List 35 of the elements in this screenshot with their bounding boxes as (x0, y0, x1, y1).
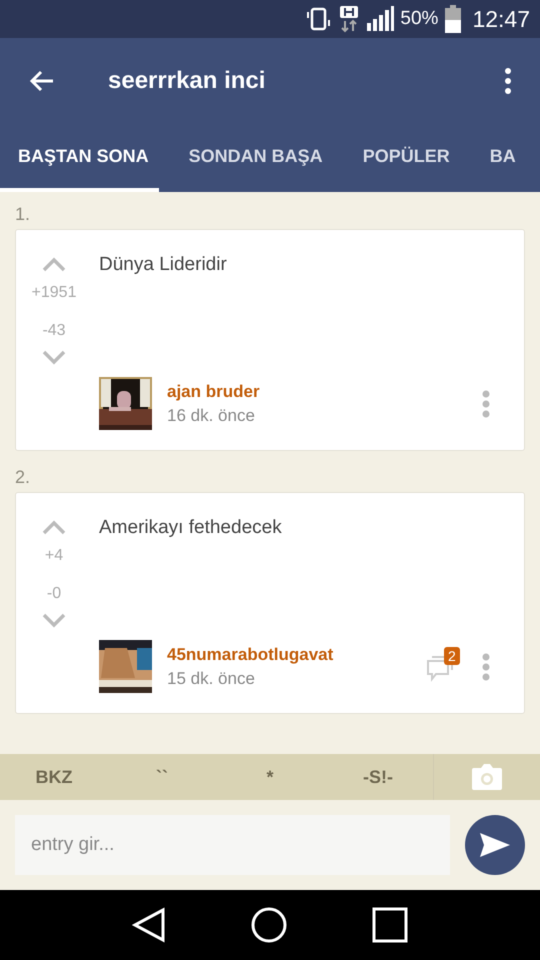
battery-percent: 50% (400, 8, 438, 30)
format-button[interactable]: BKZ (0, 766, 108, 788)
downvote-count: -43 (42, 322, 66, 340)
downvote-count: -0 (46, 585, 62, 603)
entry-time: 16 dk. önce (167, 406, 255, 426)
recent-apps-icon[interactable] (372, 907, 408, 943)
signal-icon (366, 6, 394, 32)
phone-vibrate-icon (306, 6, 332, 32)
tab[interactable]: BA (472, 124, 526, 192)
upvote-count: +1951 (32, 284, 76, 302)
entry-time: 15 dk. önce (167, 668, 255, 688)
clock: 12:47 (472, 6, 530, 32)
entry-number: 1. (15, 204, 30, 225)
back-arrow-icon[interactable] (29, 70, 55, 92)
page-title: seerrrkan inci (108, 67, 266, 95)
entry-text: Amerikayı fethedecek (99, 517, 282, 539)
comment-count-badge: 2 (444, 646, 460, 664)
entry-text: Dünya Lideridir (99, 254, 227, 276)
tab[interactable]: SONDAN BAŞA (170, 124, 333, 192)
entry-number: 2. (15, 467, 30, 488)
battery-icon (444, 5, 462, 33)
author-name[interactable]: ajan bruder (167, 382, 260, 402)
hspa-data-icon (338, 5, 360, 33)
format-button[interactable]: -S!- (324, 766, 432, 788)
format-button[interactable]: `` (108, 766, 216, 788)
format-button[interactable]: * (216, 766, 324, 788)
back-icon[interactable] (132, 907, 166, 943)
tab[interactable]: BAŞTAN SONA (0, 124, 159, 192)
author-name[interactable]: 45numarabotlugavat (167, 644, 334, 664)
upvote-count: +4 (44, 547, 64, 565)
entry-input-field[interactable]: entry gir... (15, 815, 450, 875)
more-options-icon[interactable] (504, 68, 512, 94)
tab[interactable]: POPÜLER (344, 124, 460, 192)
send-icon (480, 833, 510, 857)
home-icon[interactable] (250, 907, 287, 943)
